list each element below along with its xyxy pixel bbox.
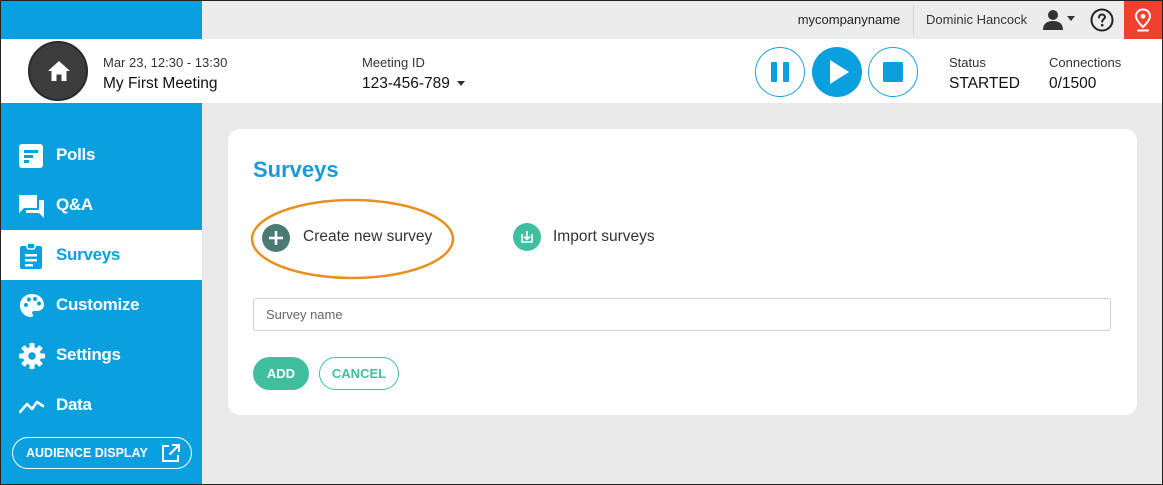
import-surveys-link[interactable]: Import surveys (553, 228, 655, 246)
palette-icon (20, 294, 44, 317)
pause-icon (771, 62, 789, 82)
user-name[interactable]: Dominic Hancock (926, 1, 1027, 39)
add-button[interactable]: ADD (253, 357, 309, 390)
survey-name-input[interactable] (253, 298, 1111, 331)
meeting-date: Mar 23, 12:30 - 13:30 (103, 55, 228, 70)
create-new-survey-link[interactable]: Create new survey (303, 228, 432, 246)
meeting-id-value[interactable]: 123-456-789 (362, 75, 450, 93)
page-title: Surveys (253, 157, 339, 182)
gear-icon (19, 343, 45, 369)
location-pin-icon (1134, 8, 1152, 32)
sidebar-item-polls[interactable]: Polls (1, 130, 202, 180)
app-window: mycompanyname Dominic Hancock Mar 23, 12… (0, 0, 1163, 485)
polls-icon (19, 144, 43, 168)
play-icon (830, 60, 849, 84)
meeting-id-caret-icon[interactable] (457, 81, 465, 86)
meeting-header: Mar 23, 12:30 - 13:30 My First Meeting M… (1, 39, 1162, 103)
meeting-title[interactable]: My First Meeting (103, 75, 218, 93)
meeting-id-label: Meeting ID (362, 55, 425, 70)
sidebar-item-label: Surveys (56, 245, 121, 264)
top-bar-brand-area (1, 1, 202, 39)
audience-display-label: AUDIENCE DISPLAY (26, 446, 148, 460)
chat-icon (19, 195, 44, 218)
trend-line-icon (19, 400, 45, 414)
sidebar-item-settings[interactable]: Settings (1, 330, 202, 380)
status-value: STARTED (949, 75, 1020, 92)
add-circle-icon[interactable] (262, 224, 290, 252)
top-bar: mycompanyname Dominic Hancock (1, 1, 1162, 39)
sidebar-item-label: Data (56, 395, 92, 414)
sidebar-item-surveys[interactable]: Surveys (1, 230, 202, 280)
sidebar-item-qa[interactable]: Q&A (1, 180, 202, 230)
cancel-button[interactable]: CANCEL (319, 357, 399, 390)
sidebar-item-label: Customize (56, 295, 140, 314)
connections-label: Connections (1049, 55, 1122, 70)
stop-button[interactable] (868, 47, 918, 97)
surveys-panel: Surveys Create new survey Import surveys… (228, 129, 1137, 415)
home-icon (48, 61, 70, 81)
play-button[interactable] (812, 47, 862, 97)
sidebar-item-label: Polls (56, 145, 96, 164)
location-pin-tab[interactable] (1124, 1, 1162, 39)
audience-display-button[interactable]: AUDIENCE DISPLAY (12, 437, 192, 469)
user-menu-caret-icon[interactable] (1067, 16, 1075, 21)
connections-value: 0/1500 (1049, 75, 1097, 92)
pause-button[interactable] (755, 47, 805, 97)
help-icon[interactable] (1090, 8, 1114, 32)
home-button[interactable] (28, 41, 88, 101)
user-icon[interactable] (1041, 9, 1065, 31)
clipboard-icon (20, 243, 42, 269)
sidebar-item-label: Settings (56, 345, 121, 364)
external-link-icon (162, 444, 180, 462)
sidebar: Polls Q&A Surveys Customize Settings Dat… (1, 103, 202, 484)
import-icon[interactable] (513, 223, 541, 251)
stop-icon (883, 62, 903, 82)
top-bar-divider (913, 5, 914, 35)
status-label: Status (949, 55, 986, 70)
sidebar-item-data[interactable]: Data (1, 380, 202, 430)
sidebar-item-customize[interactable]: Customize (1, 280, 202, 330)
company-name[interactable]: mycompanyname (786, 1, 912, 39)
sidebar-item-label: Q&A (56, 195, 93, 214)
